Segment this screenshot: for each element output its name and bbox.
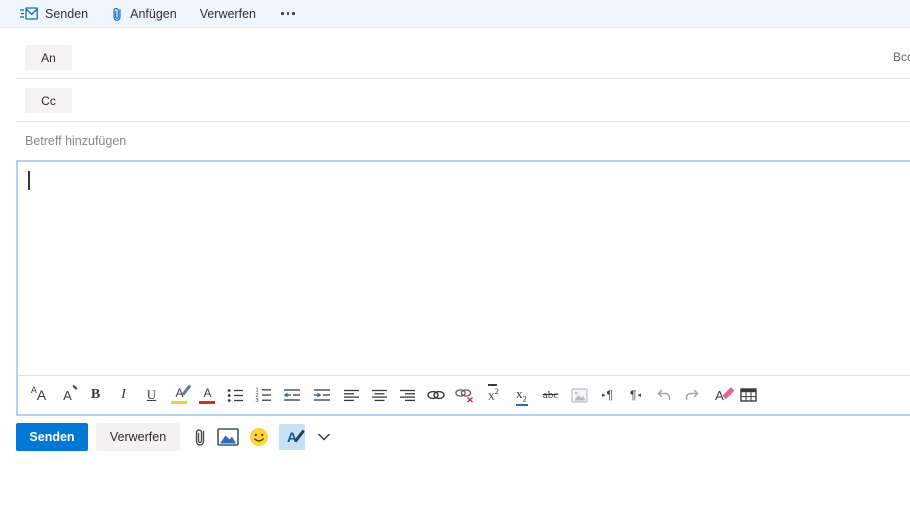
attach-button-top[interactable]: Anfügen <box>111 6 177 22</box>
discard-label: Verwerfen <box>199 6 256 21</box>
insert-image-icon[interactable] <box>570 383 589 407</box>
emoji-icon[interactable] <box>249 427 269 447</box>
align-left-icon[interactable] <box>342 383 361 407</box>
bcc-link[interactable]: Bcc <box>893 50 910 64</box>
align-center-icon[interactable] <box>370 383 389 407</box>
strikethrough-icon[interactable]: abc <box>540 383 561 407</box>
send-button[interactable]: Senden <box>16 423 88 451</box>
subject-input[interactable] <box>25 130 545 152</box>
underline-icon[interactable]: U <box>142 383 161 407</box>
chevron-down-icon[interactable] <box>318 433 330 441</box>
attach-file-icon[interactable] <box>193 427 207 447</box>
formatting-toolbar: AA A B I U A A 1 2 3 x2 x2 abc ▸ ¶ ¶ ◂ A <box>18 375 910 414</box>
clear-formatting-icon[interactable]: A <box>710 383 734 407</box>
font-color-icon[interactable]: A <box>198 383 217 407</box>
compose-footer: Senden Verwerfen A <box>16 423 330 451</box>
text-caret <box>28 171 30 190</box>
subscript-icon[interactable]: x2 <box>512 383 531 407</box>
discard-button[interactable]: Verwerfen <box>96 423 180 451</box>
insert-picture-icon[interactable] <box>217 427 239 447</box>
send-icon <box>20 7 38 20</box>
increase-indent-icon[interactable] <box>312 383 333 407</box>
align-right-icon[interactable] <box>398 383 417 407</box>
font-size-icon[interactable]: A <box>58 383 78 407</box>
to-button[interactable]: An <box>25 45 72 70</box>
divider-to <box>16 78 910 79</box>
message-body-input[interactable] <box>18 162 910 375</box>
paragraph-ltr-icon[interactable]: ▸ ¶ <box>598 383 617 407</box>
paragraph-rtl-icon[interactable]: ¶ ◂ <box>626 383 645 407</box>
attach-label: Anfügen <box>130 6 177 21</box>
cc-button[interactable]: Cc <box>25 88 72 113</box>
bold-icon[interactable]: B <box>86 383 105 407</box>
discard-button-top[interactable]: Verwerfen <box>200 7 256 21</box>
send-label: Senden <box>45 6 89 21</box>
send-button-top[interactable]: Senden <box>20 7 88 21</box>
insert-link-icon[interactable] <box>426 383 445 407</box>
bullet-list-icon[interactable] <box>226 383 245 407</box>
text-highlight-icon[interactable]: A <box>170 383 192 407</box>
remove-link-icon[interactable] <box>454 383 475 407</box>
more-options-icon[interactable] <box>279 8 297 19</box>
undo-icon[interactable] <box>654 383 673 407</box>
redo-icon[interactable] <box>682 383 701 407</box>
decrease-indent-icon[interactable] <box>282 383 303 407</box>
divider-cc <box>16 121 910 122</box>
insert-table-icon[interactable] <box>738 383 759 407</box>
numbered-list-icon[interactable]: 1 2 3 <box>254 383 273 407</box>
font-name-icon[interactable]: AA <box>28 383 49 407</box>
formatting-options-toggle[interactable]: A <box>279 424 305 450</box>
message-editor: AA A B I U A A 1 2 3 x2 x2 abc ▸ ¶ ¶ ◂ A <box>16 160 910 416</box>
superscript-icon[interactable]: x2 <box>484 383 503 407</box>
italic-icon[interactable]: I <box>114 383 133 407</box>
paperclip-icon <box>111 6 123 22</box>
svg-text:3: 3 <box>256 398 259 403</box>
compose-toolbar: Senden Anfügen Verwerfen <box>0 0 910 28</box>
